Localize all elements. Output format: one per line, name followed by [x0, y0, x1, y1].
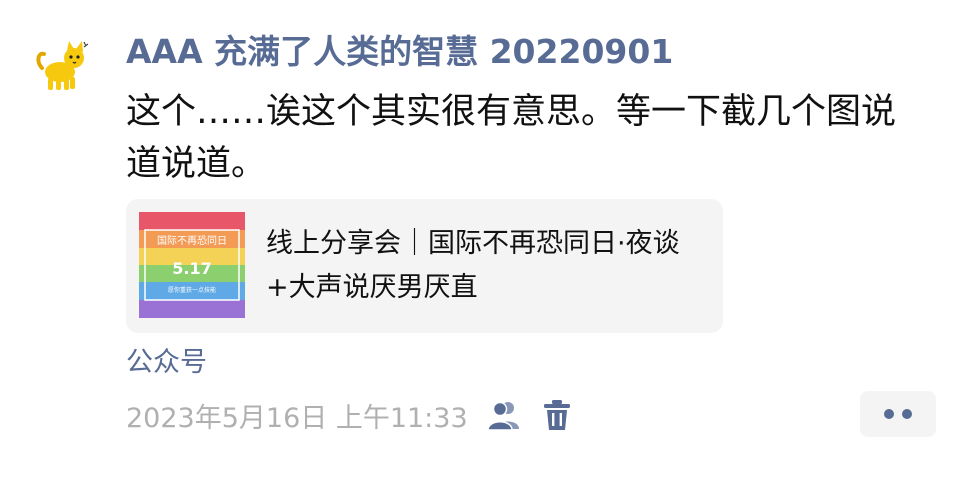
- more-dots-icon: [884, 409, 894, 419]
- post-text: 这个……诶这个其实很有意思。等一下截几个图说道说道。: [126, 92, 897, 184]
- shared-article-title: 线上分享会｜国际不再恐同日·夜谈+大声说厌男厌直: [266, 228, 680, 303]
- thumbnail-date-text: 5.17: [172, 259, 211, 278]
- people-icon[interactable]: [486, 399, 522, 431]
- post-timestamp: 2023年5月16日 上午11:33: [126, 402, 468, 434]
- author-name[interactable]: AAA 充满了人类的智慧 20220901: [126, 28, 673, 76]
- thumbnail-bottom-text: 愿你重获一点技能: [168, 286, 216, 294]
- more-actions-button[interactable]: [860, 391, 936, 437]
- thumbnail-top-text: 国际不再恐同日: [157, 235, 227, 247]
- more-dots-icon: [902, 409, 912, 419]
- trash-icon[interactable]: [542, 398, 572, 432]
- post-meta-row: 2023年5月16日 上午11:33: [126, 393, 572, 437]
- moment-post: AAA 充满了人类的智慧 20220901 这个……诶这个其实很有意思。等一下截…: [0, 0, 960, 479]
- author-avatar[interactable]: [34, 38, 90, 94]
- article-thumbnail: 国际不再恐同日 5.17 愿你重获一点技能: [139, 212, 245, 318]
- yellow-cat-icon: [36, 41, 89, 90]
- shared-article-card[interactable]: 国际不再恐同日 5.17 愿你重获一点技能 线上分享会｜国际不再恐同日·夜谈+大…: [126, 199, 723, 333]
- source-label[interactable]: 公众号: [126, 343, 207, 383]
